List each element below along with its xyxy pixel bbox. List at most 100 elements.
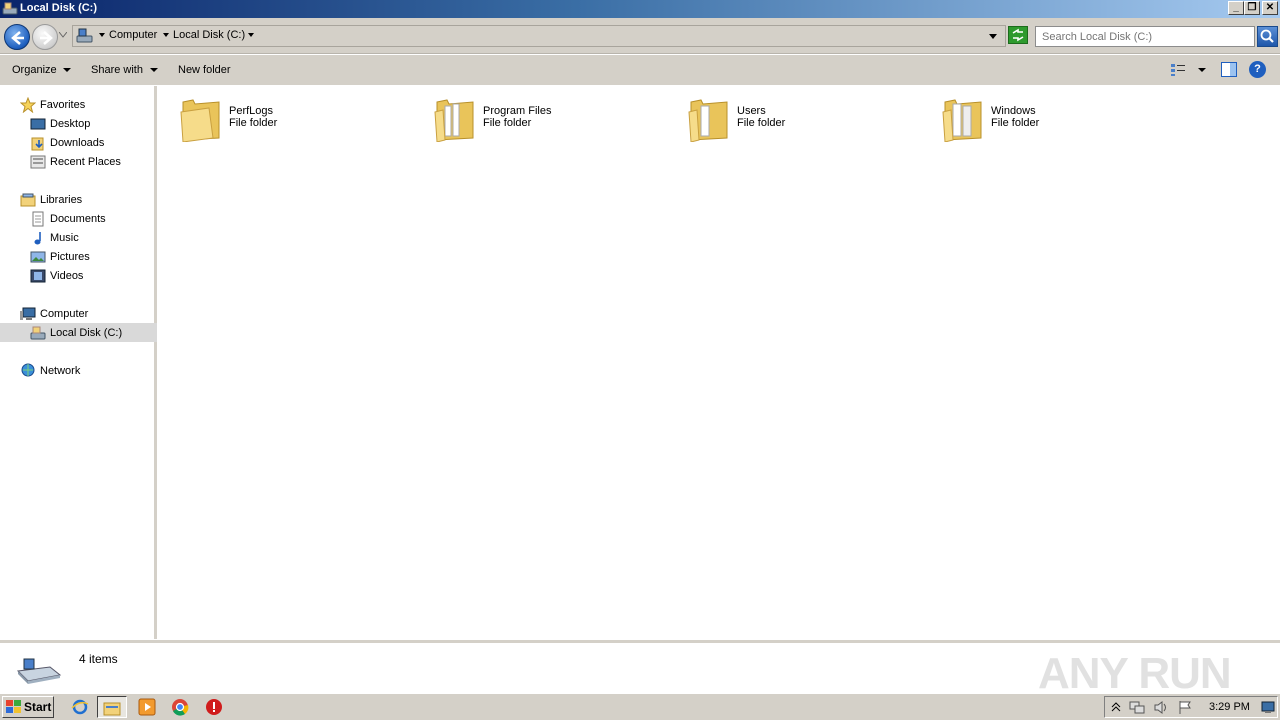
arrow-left-icon	[11, 31, 24, 45]
folder-type: File folder	[737, 117, 786, 129]
organize-dropdown-icon[interactable]	[63, 68, 71, 72]
change-view-icon[interactable]	[1170, 63, 1186, 77]
network-status-icon[interactable]	[1129, 700, 1145, 715]
recent-pages-chevron-icon[interactable]	[59, 32, 67, 38]
music-note-icon	[34, 231, 41, 244]
star-icon	[20, 96, 36, 113]
folder-icon	[180, 99, 220, 142]
folder-icon	[688, 99, 728, 142]
folder-icon	[103, 702, 121, 716]
nav-favorites[interactable]: Favorites	[20, 95, 85, 114]
breadcrumb-separator-icon[interactable]	[99, 33, 105, 37]
breadcrumb-separator-icon[interactable]	[248, 33, 254, 37]
nav-label: Computer	[40, 307, 89, 320]
computer-icon	[20, 307, 36, 320]
start-label: Start	[24, 700, 52, 714]
back-button[interactable]	[4, 24, 30, 50]
nav-label: Documents	[50, 212, 106, 225]
volume-icon[interactable]	[1153, 700, 1169, 715]
nav-label: Favorites	[40, 98, 86, 111]
close-button[interactable]: ✕	[1262, 1, 1278, 15]
command-bar: Organize Share with New folder ?	[0, 55, 1280, 85]
watermark: ANY RUN	[1038, 649, 1232, 698]
nav-label: Pictures	[50, 250, 90, 263]
nav-label: Videos	[50, 269, 84, 282]
nav-documents[interactable]: Documents	[30, 209, 106, 228]
internet-explorer-icon[interactable]	[71, 698, 89, 716]
nav-label: Desktop	[50, 117, 91, 130]
forward-button[interactable]	[32, 24, 58, 50]
arrow-right-icon	[40, 31, 53, 45]
nav-pictures[interactable]: Pictures	[30, 247, 90, 266]
drive-icon	[76, 28, 93, 43]
folder-icon	[942, 99, 982, 142]
details-pane: 4 items ANY RUN	[0, 640, 1280, 698]
search-icon	[1260, 29, 1274, 43]
nav-downloads[interactable]: Downloads	[30, 133, 104, 152]
folder-item-program-files[interactable]: Program Files File folder	[433, 94, 673, 146]
view-options-dropdown-icon[interactable]	[1198, 68, 1206, 72]
folder-name: Program Files	[483, 105, 552, 117]
search-button[interactable]	[1257, 26, 1278, 47]
pictures-icon	[30, 251, 46, 262]
nav-libraries[interactable]: Libraries	[20, 190, 82, 209]
stop-icon[interactable]	[205, 698, 223, 716]
title-bar[interactable]: Local Disk (C:) _ ❐ ✕	[0, 0, 1280, 18]
nav-label: Music	[50, 231, 79, 244]
nav-label: Libraries	[40, 193, 83, 206]
nav-recent-places[interactable]: Recent Places	[30, 152, 121, 171]
nav-videos[interactable]: Videos	[30, 266, 83, 285]
address-field[interactable]: Computer Local Disk (C:)	[72, 25, 1006, 47]
nav-network[interactable]: Network	[20, 361, 80, 380]
nav-label: Local Disk (C:)	[50, 326, 123, 339]
recent-places-icon	[30, 155, 46, 168]
folder-name: PerfLogs	[229, 105, 274, 117]
nav-music[interactable]: Music	[30, 228, 79, 247]
search-input-container[interactable]	[1035, 26, 1255, 47]
nav-computer[interactable]: Computer	[20, 304, 88, 323]
folder-item-perflogs[interactable]: PerfLogs File folder	[179, 94, 419, 146]
breadcrumb-separator-icon[interactable]	[163, 33, 169, 37]
minimize-button[interactable]: _	[1228, 1, 1244, 15]
organize-button[interactable]: Organize	[12, 64, 57, 76]
folder-type: File folder	[991, 117, 1040, 129]
drive-icon	[30, 326, 46, 339]
nav-label: Downloads	[50, 136, 105, 149]
folder-name: Users	[737, 105, 766, 117]
taskbar-clock[interactable]: 3:29 PM	[1209, 701, 1250, 713]
preview-pane-icon[interactable]	[1221, 62, 1237, 77]
breadcrumb-local-disk[interactable]: Local Disk (C:)	[173, 29, 245, 41]
breadcrumb-computer[interactable]: Computer	[109, 29, 157, 41]
address-bar: Computer Local Disk (C:)	[0, 18, 1280, 54]
media-player-icon[interactable]	[138, 698, 156, 716]
show-desktop-icon[interactable]	[1261, 700, 1275, 714]
file-list[interactable]: PerfLogs File folder Program Files File …	[160, 86, 1280, 639]
restore-button[interactable]: ❐	[1244, 1, 1260, 15]
new-folder-button[interactable]: New folder	[178, 64, 231, 76]
folder-item-users[interactable]: Users File folder	[687, 94, 927, 146]
help-button[interactable]: ?	[1249, 61, 1266, 78]
share-with-dropdown-icon[interactable]	[150, 68, 158, 72]
refresh-button[interactable]	[1008, 26, 1028, 44]
navigation-pane: Favorites Desktop Downloads Recent Place…	[0, 86, 157, 639]
nav-local-disk[interactable]: Local Disk (C:)	[0, 323, 157, 342]
search-input[interactable]	[1036, 27, 1246, 46]
taskbar-explorer-button[interactable]	[97, 696, 127, 718]
folder-icon	[434, 99, 474, 142]
share-with-button[interactable]: Share with	[91, 64, 143, 76]
nav-desktop[interactable]: Desktop	[30, 114, 90, 133]
drive-icon	[2, 2, 18, 15]
item-count: 4 items	[79, 652, 118, 666]
folder-item-windows[interactable]: Windows File folder	[941, 94, 1181, 146]
chrome-icon[interactable]	[171, 698, 189, 716]
network-icon	[21, 363, 35, 376]
nav-label: Network	[40, 364, 81, 377]
show-hidden-icons-icon[interactable]	[1111, 701, 1121, 713]
action-center-flag-icon[interactable]	[1177, 700, 1193, 715]
desktop-icon	[30, 118, 46, 129]
nav-label: Recent Places	[50, 155, 121, 168]
start-button[interactable]: Start	[2, 696, 54, 718]
address-dropdown-icon[interactable]	[989, 34, 997, 39]
folder-name: Windows	[991, 105, 1036, 117]
system-tray: 3:29 PM	[1104, 696, 1278, 718]
